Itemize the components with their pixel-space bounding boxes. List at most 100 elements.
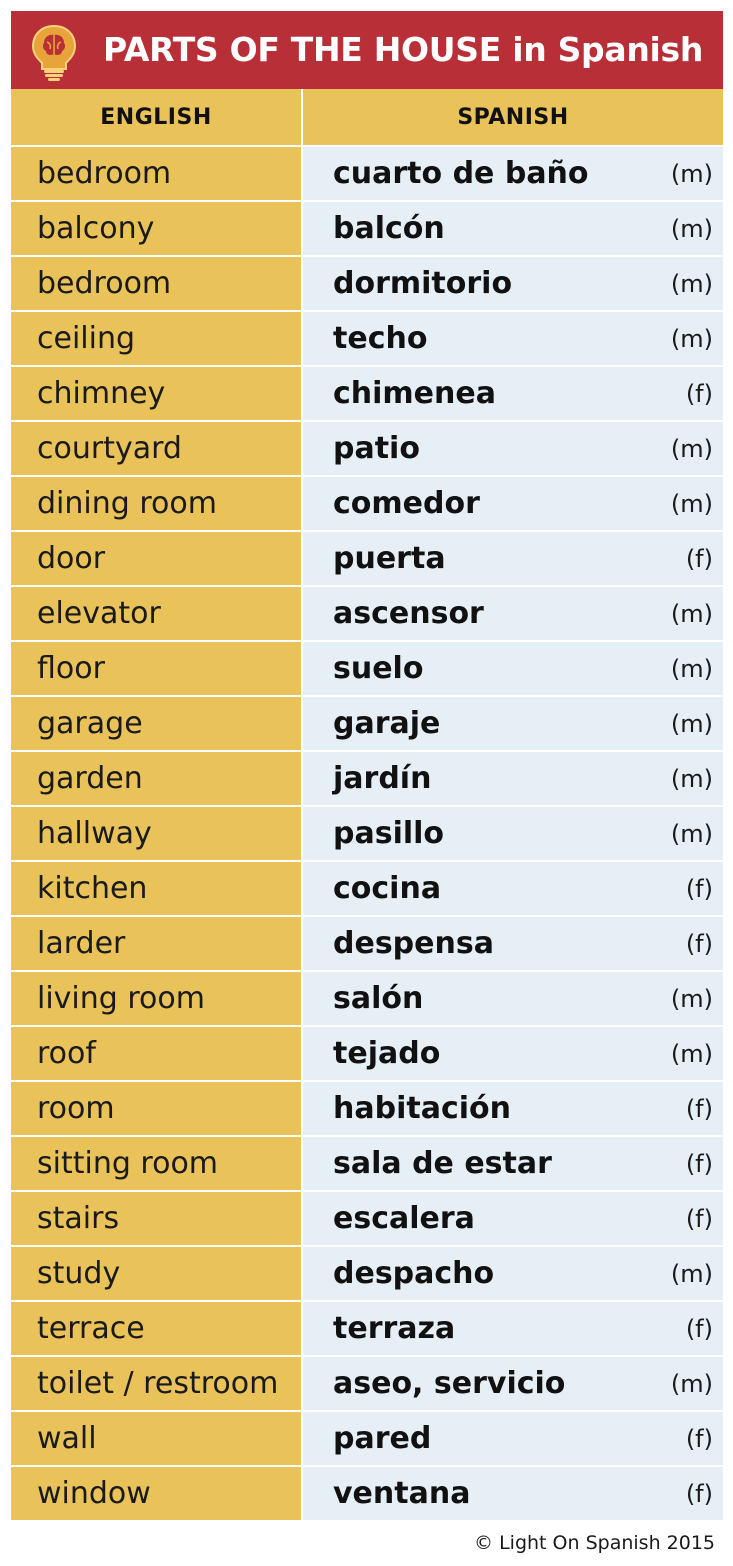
table-row: sitting room sala de estar (f)	[11, 1135, 723, 1190]
spanish-cell: aseo, servicio (m)	[301, 1357, 723, 1410]
spanish-cell: ventana (f)	[301, 1467, 723, 1520]
table-row: dining room comedor (m)	[11, 475, 723, 530]
spanish-word: cocina	[333, 871, 442, 906]
header-spanish: SPANISH	[301, 89, 723, 145]
table-row: roof tejado (m)	[11, 1025, 723, 1080]
gender-label: (f)	[685, 544, 713, 573]
gender-label: (m)	[670, 214, 713, 243]
table-row: larder despensa (f)	[11, 915, 723, 970]
spanish-word: terraza	[333, 1311, 456, 1346]
spanish-cell: cocina (f)	[301, 862, 723, 915]
spanish-cell: techo (m)	[301, 312, 723, 365]
spanish-word: cuarto de baño	[333, 156, 589, 191]
english-word: room	[11, 1082, 301, 1135]
table-row: wall pared (f)	[11, 1410, 723, 1465]
spanish-cell: salón (m)	[301, 972, 723, 1025]
spanish-word: chimenea	[333, 376, 496, 411]
spanish-cell: jardín (m)	[301, 752, 723, 805]
english-word: bedroom	[11, 147, 301, 200]
gender-label: (f)	[685, 1314, 713, 1343]
english-word: roof	[11, 1027, 301, 1080]
english-word: bedroom	[11, 257, 301, 310]
table-row: door puerta (f)	[11, 530, 723, 585]
spanish-cell: patio (m)	[301, 422, 723, 475]
table-row: ceiling techo (m)	[11, 310, 723, 365]
spanish-cell: chimenea (f)	[301, 367, 723, 420]
gender-label: (m)	[670, 599, 713, 628]
gender-label: (m)	[670, 324, 713, 353]
gender-label: (m)	[670, 159, 713, 188]
spanish-word: comedor	[333, 486, 480, 521]
spanish-word: balcón	[333, 211, 445, 246]
english-word: larder	[11, 917, 301, 970]
english-word: door	[11, 532, 301, 585]
spanish-word: habitación	[333, 1091, 511, 1126]
english-word: terrace	[11, 1302, 301, 1355]
gender-label: (f)	[685, 1424, 713, 1453]
spanish-cell: puerta (f)	[301, 532, 723, 585]
english-word: floor	[11, 642, 301, 695]
lightbulb-brain-icon	[31, 24, 77, 81]
english-word: dining room	[11, 477, 301, 530]
spanish-cell: garaje (m)	[301, 697, 723, 750]
table-row: room habitación (f)	[11, 1080, 723, 1135]
table-row: toilet / restroom aseo, servicio (m)	[11, 1355, 723, 1410]
gender-label: (m)	[670, 269, 713, 298]
english-word: hallway	[11, 807, 301, 860]
spanish-word: sala de estar	[333, 1146, 552, 1181]
gender-label: (m)	[670, 1259, 713, 1288]
gender-label: (m)	[670, 434, 713, 463]
spanish-word: pasillo	[333, 816, 445, 851]
table-row: window ventana (f)	[11, 1465, 723, 1520]
header-english: ENGLISH	[100, 104, 212, 130]
spanish-cell: sala de estar (f)	[301, 1137, 723, 1190]
spanish-cell: escalera (f)	[301, 1192, 723, 1245]
table-row: balcony balcón (m)	[11, 200, 723, 255]
table-row: floor suelo (m)	[11, 640, 723, 695]
table-row: terrace terraza (f)	[11, 1300, 723, 1355]
spanish-word: jardín	[333, 761, 432, 796]
spanish-word: techo	[333, 321, 428, 356]
spanish-word: ascensor	[333, 596, 484, 631]
spanish-word: suelo	[333, 651, 424, 686]
table-row: bedroom cuarto de baño (m)	[11, 145, 723, 200]
table-row: garden jardín (m)	[11, 750, 723, 805]
english-word: courtyard	[11, 422, 301, 475]
english-word: sitting room	[11, 1137, 301, 1190]
spanish-cell: despensa (f)	[301, 917, 723, 970]
spanish-word: pared	[333, 1421, 432, 1456]
spanish-word: dormitorio	[333, 266, 513, 301]
spanish-word: salón	[333, 981, 424, 1016]
table-header: ENGLISH SPANISH	[11, 89, 723, 145]
spanish-word: garaje	[333, 706, 441, 741]
gender-label: (f)	[685, 874, 713, 903]
english-word: ceiling	[11, 312, 301, 365]
spanish-cell: despacho (m)	[301, 1247, 723, 1300]
spanish-cell: suelo (m)	[301, 642, 723, 695]
spanish-cell: dormitorio (m)	[301, 257, 723, 310]
gender-label: (f)	[685, 1479, 713, 1508]
spanish-cell: cuarto de baño (m)	[301, 147, 723, 200]
spanish-word: despacho	[333, 1256, 495, 1291]
gender-label: (m)	[670, 819, 713, 848]
gender-label: (m)	[670, 654, 713, 683]
spanish-cell: pared (f)	[301, 1412, 723, 1465]
english-word: stairs	[11, 1192, 301, 1245]
spanish-cell: balcón (m)	[301, 202, 723, 255]
spanish-word: patio	[333, 431, 420, 466]
spanish-word: puerta	[333, 541, 446, 576]
spanish-cell: terraza (f)	[301, 1302, 723, 1355]
spanish-word: escalera	[333, 1201, 475, 1236]
english-word: garage	[11, 697, 301, 750]
english-word: study	[11, 1247, 301, 1300]
english-word: toilet / restroom	[11, 1357, 301, 1410]
gender-label: (f)	[685, 1204, 713, 1233]
english-word: wall	[11, 1412, 301, 1465]
table-row: hallway pasillo (m)	[11, 805, 723, 860]
english-word: garden	[11, 752, 301, 805]
gender-label: (m)	[670, 984, 713, 1013]
gender-label: (m)	[670, 764, 713, 793]
spanish-word: ventana	[333, 1476, 471, 1511]
gender-label: (m)	[670, 1369, 713, 1398]
english-word: living room	[11, 972, 301, 1025]
